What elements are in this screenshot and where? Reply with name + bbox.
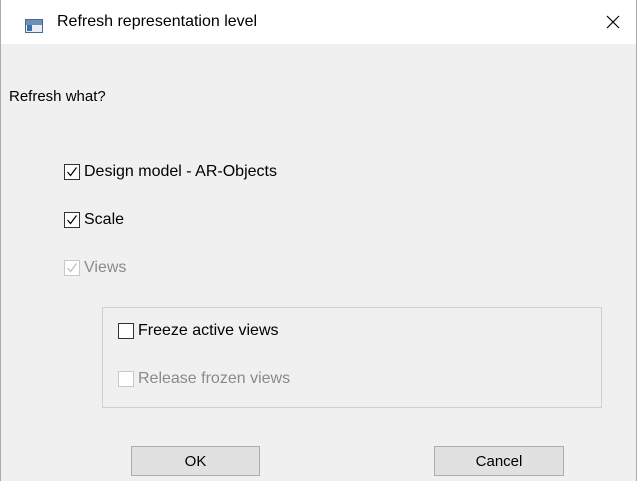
views-label: Views bbox=[84, 259, 127, 276]
application-window-icon bbox=[25, 19, 43, 33]
ok-button[interactable]: OK bbox=[131, 446, 260, 476]
cancel-button[interactable]: Cancel bbox=[434, 446, 564, 476]
checkmark-icon bbox=[67, 263, 77, 273]
refresh-dialog: Refresh representation level Refresh wha… bbox=[0, 0, 637, 481]
title-bar[interactable]: Refresh representation level bbox=[1, 0, 636, 44]
freeze-active-views-label: Freeze active views bbox=[138, 322, 279, 339]
window-title: Refresh representation level bbox=[57, 13, 258, 30]
design-model-label: Design model - AR-Objects bbox=[84, 163, 277, 180]
scale-checkbox[interactable] bbox=[64, 212, 80, 228]
refresh-what-label: Refresh what? bbox=[9, 88, 106, 105]
scale-option[interactable]: Scale bbox=[64, 211, 124, 229]
design-model-checkbox[interactable] bbox=[64, 164, 80, 180]
checkmark-icon bbox=[67, 167, 77, 177]
close-icon bbox=[606, 15, 620, 29]
design-model-option[interactable]: Design model - AR-Objects bbox=[64, 163, 277, 181]
release-frozen-views-option: Release frozen views bbox=[118, 370, 290, 388]
views-option: Views bbox=[64, 259, 126, 277]
close-button[interactable] bbox=[590, 0, 636, 44]
checkmark-icon bbox=[67, 215, 77, 225]
release-frozen-views-checkbox bbox=[118, 371, 134, 387]
freeze-active-views-option[interactable]: Freeze active views bbox=[118, 322, 279, 340]
views-checkbox bbox=[64, 260, 80, 276]
scale-label: Scale bbox=[84, 211, 125, 228]
release-frozen-views-label: Release frozen views bbox=[138, 370, 291, 387]
freeze-active-views-checkbox[interactable] bbox=[118, 323, 134, 339]
